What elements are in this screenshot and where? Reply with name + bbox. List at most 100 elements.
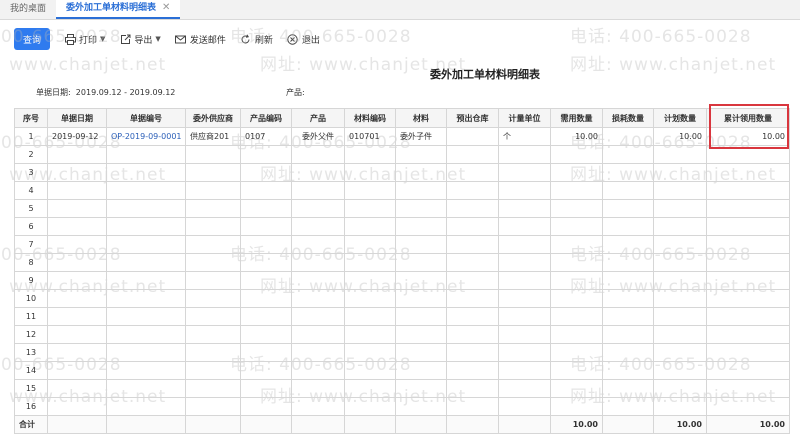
col-product-code-cell xyxy=(240,271,292,290)
header-col-doc-date[interactable]: 单据日期 xyxy=(47,108,107,128)
total-col-doc-date-cell xyxy=(47,415,107,434)
col-material-cell xyxy=(395,253,447,272)
tab-my-desktop[interactable]: 我的桌面 xyxy=(0,0,56,19)
table-row[interactable]: 12 xyxy=(14,325,790,344)
col-planned-qty-cell xyxy=(653,217,707,236)
header-col-loss-qty[interactable]: 损耗数量 xyxy=(602,108,654,128)
table-row[interactable]: 16 xyxy=(14,397,790,416)
col-warehouse-cell xyxy=(446,253,499,272)
header-col-unit[interactable]: 计量单位 xyxy=(498,108,551,128)
col-material-code-cell xyxy=(344,325,396,344)
print-button[interactable]: 打印 ▼ xyxy=(64,33,105,46)
col-warehouse-cell xyxy=(446,199,499,218)
total-col-planned-qty-cell: 10.00 xyxy=(653,415,707,434)
col-index-cell: 8 xyxy=(14,253,48,272)
col-index-cell: 2 xyxy=(14,145,48,164)
col-supplier-cell xyxy=(185,163,241,182)
toolbar: 查询 打印 ▼ 导出 ▼ 发送邮件 刷新 退出 xyxy=(0,26,800,52)
col-doc-number-cell xyxy=(106,379,186,398)
send-mail-button[interactable]: 发送邮件 xyxy=(175,33,226,46)
col-unit-cell xyxy=(498,181,551,200)
table-row[interactable]: 1 2019-09-12 OP-2019-09-0001 供应商201 0107 委外父件… xyxy=(14,127,790,146)
col-planned-qty-cell xyxy=(653,163,707,182)
header-col-cumulative-qty[interactable]: 累计领用数量 xyxy=(706,108,790,128)
exit-button[interactable]: 退出 xyxy=(287,33,320,46)
col-unit-cell xyxy=(498,271,551,290)
col-material-code-cell xyxy=(344,397,396,416)
col-index-cell: 14 xyxy=(14,361,48,380)
col-supplier-cell xyxy=(185,235,241,254)
header-col-product[interactable]: 产品 xyxy=(291,108,345,128)
col-material-code-cell xyxy=(344,307,396,326)
mail-icon xyxy=(175,33,187,45)
header-col-index[interactable]: 序号 xyxy=(14,108,48,128)
tab-material-detail-report[interactable]: 委外加工单材料明细表 ✕ xyxy=(56,0,181,19)
col-supplier-cell xyxy=(185,325,241,344)
col-doc-date-cell xyxy=(47,235,107,254)
col-cumulative-qty-cell xyxy=(706,289,790,308)
col-material-cell xyxy=(395,307,447,326)
col-product-code-cell: 0107 xyxy=(240,127,292,146)
col-unit-cell xyxy=(498,163,551,182)
print-label: 打印 xyxy=(79,35,98,46)
col-warehouse-cell xyxy=(446,127,499,146)
query-button[interactable]: 查询 xyxy=(14,28,50,50)
col-loss-qty-cell xyxy=(602,145,654,164)
header-col-supplier[interactable]: 委外供应商 xyxy=(185,108,241,128)
col-unit-cell xyxy=(498,361,551,380)
export-button[interactable]: 导出 ▼ xyxy=(119,33,161,46)
col-material-cell xyxy=(395,217,447,236)
col-doc-date-cell: 2019-09-12 xyxy=(47,127,107,146)
table-row[interactable]: 14 xyxy=(14,361,790,380)
col-cumulative-qty-cell xyxy=(706,145,790,164)
table-row[interactable]: 3 xyxy=(14,163,790,182)
col-unit-cell xyxy=(498,307,551,326)
chevron-down-icon: ▼ xyxy=(100,35,106,43)
table-row[interactable]: 8 xyxy=(14,253,790,272)
col-unit-cell xyxy=(498,253,551,272)
header-col-material[interactable]: 材料 xyxy=(395,108,447,128)
col-material-cell xyxy=(395,343,447,362)
header-col-material-code[interactable]: 材料编码 xyxy=(344,108,396,128)
col-required-qty-cell xyxy=(550,343,603,362)
table-row[interactable]: 4 xyxy=(14,181,790,200)
col-index-cell: 12 xyxy=(14,325,48,344)
col-index-cell: 11 xyxy=(14,307,48,326)
col-product-code-cell xyxy=(240,307,292,326)
header-col-product-code[interactable]: 产品编码 xyxy=(240,108,292,128)
col-required-qty-cell xyxy=(550,379,603,398)
col-planned-qty-cell xyxy=(653,145,707,164)
col-planned-qty-cell xyxy=(653,397,707,416)
col-planned-qty-cell xyxy=(653,343,707,362)
col-cumulative-qty-cell xyxy=(706,397,790,416)
col-doc-number-cell[interactable]: OP-2019-09-0001 xyxy=(106,127,186,146)
table-row[interactable]: 7 xyxy=(14,235,790,254)
table-row[interactable]: 2 xyxy=(14,145,790,164)
table-row[interactable]: 5 xyxy=(14,199,790,218)
col-required-qty-cell xyxy=(550,163,603,182)
header-col-doc-number[interactable]: 单据编号 xyxy=(106,108,186,128)
col-doc-date-cell xyxy=(47,181,107,200)
col-warehouse-cell xyxy=(446,325,499,344)
table-row[interactable]: 10 xyxy=(14,289,790,308)
header-col-warehouse[interactable]: 预出仓库 xyxy=(446,108,499,128)
export-icon xyxy=(119,33,131,45)
table-row[interactable]: 11 xyxy=(14,307,790,326)
query-label: 查询 xyxy=(22,35,41,46)
table-row[interactable]: 13 xyxy=(14,343,790,362)
table-row[interactable]: 6 xyxy=(14,217,790,236)
table-header-row: 序号 单据日期 单据编号 委外供应商 产品编码 产品 材料编码 材料 预出仓库 计量单位 需用数量损… xyxy=(14,108,790,128)
total-col-warehouse-cell xyxy=(446,415,499,434)
col-supplier-cell xyxy=(185,199,241,218)
header-col-required-qty[interactable]: 需用数量 xyxy=(550,108,603,128)
close-icon[interactable]: ✕ xyxy=(162,0,170,18)
col-loss-qty-cell xyxy=(602,127,654,146)
table-row[interactable]: 15 xyxy=(14,379,790,398)
col-product-code-cell xyxy=(240,163,292,182)
col-material-cell xyxy=(395,397,447,416)
col-unit-cell xyxy=(498,325,551,344)
table-row[interactable]: 9 xyxy=(14,271,790,290)
header-col-planned-qty[interactable]: 计划数量 xyxy=(653,108,707,128)
refresh-button[interactable]: 刷新 xyxy=(240,33,273,46)
col-product-code-cell xyxy=(240,235,292,254)
